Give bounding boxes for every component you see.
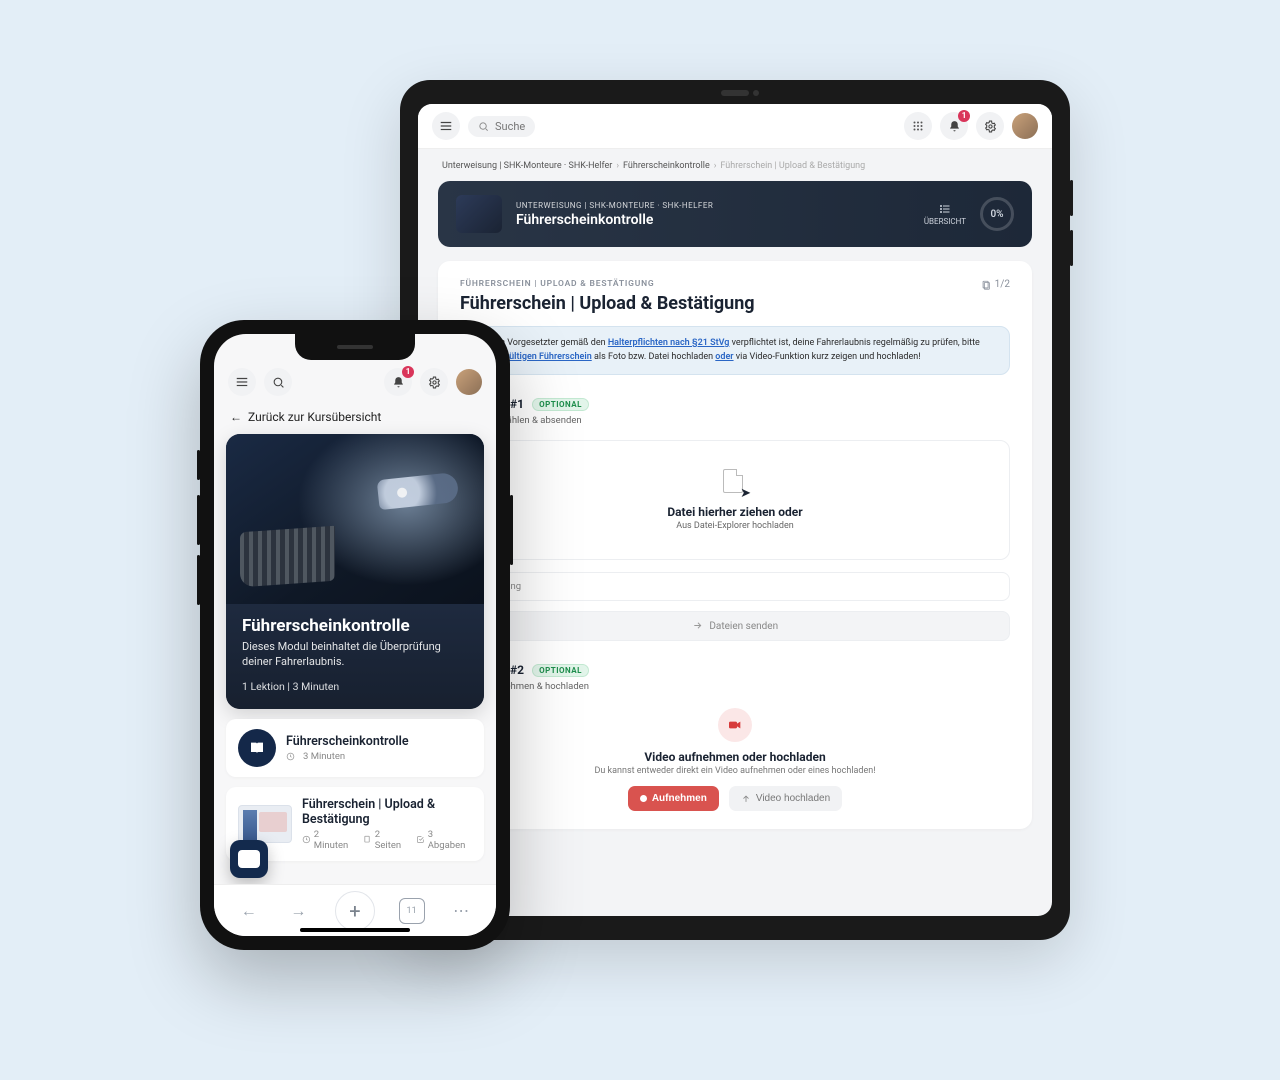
notifications-button[interactable]: 1 — [384, 368, 412, 396]
gear-icon — [984, 120, 997, 133]
gear-icon — [428, 376, 441, 389]
callout-link[interactable]: oder — [715, 352, 733, 362]
upload-video-button[interactable]: Video hochladen — [729, 786, 842, 811]
optional-chip: OPTIONAL — [532, 664, 589, 677]
chat-icon — [238, 850, 260, 868]
browser-bottom-bar: ← → + 11 ⋯ — [214, 884, 496, 936]
bell-icon — [948, 120, 961, 133]
course-image — [226, 434, 484, 604]
progress-ring: 0% — [980, 197, 1014, 231]
send-files-button[interactable]: Dateien senden — [460, 611, 1010, 641]
lesson-card: 1/2 FÜHRERSCHEIN | UPLOAD & BESTÄTIGUNG … — [438, 261, 1032, 829]
course-hero: UNTERWEISUNG | SHK-MONTEURE · SHK-HELFER… — [438, 181, 1032, 247]
phone-device: 1 ← Zurück zur Kursübersicht Führerschei… — [200, 320, 510, 950]
task-header-1: Tätigkeit #1 OPTIONAL — [460, 397, 1010, 411]
notification-badge: 1 — [958, 110, 970, 122]
record-button[interactable]: Aufnehmen — [628, 786, 719, 811]
settings-button[interactable] — [420, 368, 448, 396]
arrow-left-icon: ← — [230, 410, 242, 424]
clock-icon — [286, 752, 295, 761]
notification-badge: 1 — [402, 366, 414, 378]
video-upload-zone: Video aufnehmen oder hochladen Du kannst… — [460, 708, 1010, 811]
lesson-eyebrow: FÜHRERSCHEIN | UPLOAD & BESTÄTIGUNG — [460, 279, 1010, 289]
course-card-title: Führerscheinkontrolle — [242, 616, 468, 636]
tablet-body: Unterweisung | SHK-Monteure · SHK-Helfer… — [418, 149, 1052, 916]
nav-back[interactable]: ← — [236, 901, 262, 921]
breadcrumb-item[interactable]: Unterweisung | SHK-Monteure · SHK-Helfer — [442, 161, 612, 171]
settings-button[interactable] — [976, 112, 1004, 140]
nav-forward[interactable]: → — [285, 901, 311, 921]
phone-notch — [295, 334, 415, 360]
menu-icon — [235, 375, 249, 389]
lesson-list-item[interactable]: Führerscheinkontrolle 3 Minuten — [226, 719, 484, 777]
course-card[interactable]: Führerscheinkontrolle Dieses Modul beinh… — [226, 434, 484, 709]
search-placeholder: Suche — [495, 120, 525, 133]
menu-button[interactable] — [432, 112, 460, 140]
phone-screen: 1 ← Zurück zur Kursübersicht Führerschei… — [214, 334, 496, 936]
notifications-button[interactable]: 1 — [940, 112, 968, 140]
search-icon — [478, 121, 489, 132]
apps-button[interactable] — [904, 112, 932, 140]
search-input[interactable]: Suche — [468, 116, 535, 137]
pages-icon — [363, 835, 372, 844]
course-card-desc: Dieses Modul beinhaltet die Überprüfung … — [242, 640, 468, 670]
send-icon — [692, 620, 703, 631]
nav-new-tab[interactable]: + — [335, 891, 375, 931]
file-dropzone[interactable]: ➤ Datei hierher ziehen oder Aus Datei-Ex… — [460, 440, 1010, 560]
task-header-2: Tätigkeit #2 OPTIONAL — [460, 663, 1010, 677]
nav-tabs[interactable]: 11 — [399, 898, 425, 924]
clock-icon — [302, 835, 311, 844]
video-icon — [718, 708, 752, 742]
tablet-volume-up — [1070, 180, 1073, 216]
tablet-volume-down — [1070, 230, 1073, 266]
home-indicator — [300, 928, 410, 932]
info-callout: Da dein Vorgesetzter gemäß den Halterpfl… — [460, 326, 1010, 375]
optional-chip: OPTIONAL — [532, 398, 589, 411]
tablet-camera — [721, 90, 749, 96]
overview-button[interactable]: ÜBERSICHT — [924, 203, 966, 226]
search-icon — [272, 376, 285, 389]
task-subtitle: Datei auswählen & absenden — [460, 415, 1010, 426]
course-title: Führerscheinkontrolle — [516, 212, 713, 228]
chat-fab[interactable] — [230, 840, 268, 878]
grid-icon — [912, 120, 924, 132]
callout-link[interactable]: gültigen Führerschein — [504, 352, 592, 362]
submissions-icon — [416, 835, 425, 844]
menu-button[interactable] — [228, 368, 256, 396]
breadcrumb-item-current: Führerschein | Upload & Bestätigung — [720, 161, 865, 171]
breadcrumb: Unterweisung | SHK-Monteure · SHK-Helfer… — [438, 149, 1032, 181]
task-subtitle: Video aufnehmen & hochladen — [460, 681, 1010, 692]
license-thumbnail — [238, 805, 292, 843]
menu-icon — [439, 119, 453, 133]
course-thumbnail — [456, 195, 502, 233]
book-icon — [238, 729, 276, 767]
upload-icon — [741, 794, 751, 804]
file-drop-icon: ➤ — [723, 469, 747, 497]
list-icon — [938, 203, 952, 215]
display-hint-row[interactable]: Darstellung — [460, 572, 1010, 601]
course-eyebrow: UNTERWEISUNG | SHK-MONTEURE · SHK-HELFER — [516, 201, 713, 210]
search-button[interactable] — [264, 368, 292, 396]
page-counter: 1/2 — [981, 279, 1010, 290]
pages-icon — [981, 280, 991, 290]
breadcrumb-item[interactable]: Führerscheinkontrolle — [623, 161, 710, 171]
lesson-title: Führerschein | Upload & Bestätigung — [460, 293, 1010, 314]
tablet-header: Suche 1 — [418, 104, 1052, 149]
back-link[interactable]: ← Zurück zur Kursübersicht — [214, 404, 496, 434]
tablet-screen: Suche 1 Unterweisung | SHK-Monteure · SH… — [418, 104, 1052, 916]
course-card-meta: 1 Lektion | 3 Minuten — [242, 680, 468, 693]
avatar[interactable] — [456, 369, 482, 395]
nav-more[interactable]: ⋯ — [448, 901, 474, 920]
callout-link[interactable]: Halterpflichten nach §21 StVg — [608, 338, 730, 348]
bell-icon — [392, 376, 405, 389]
avatar[interactable] — [1012, 113, 1038, 139]
